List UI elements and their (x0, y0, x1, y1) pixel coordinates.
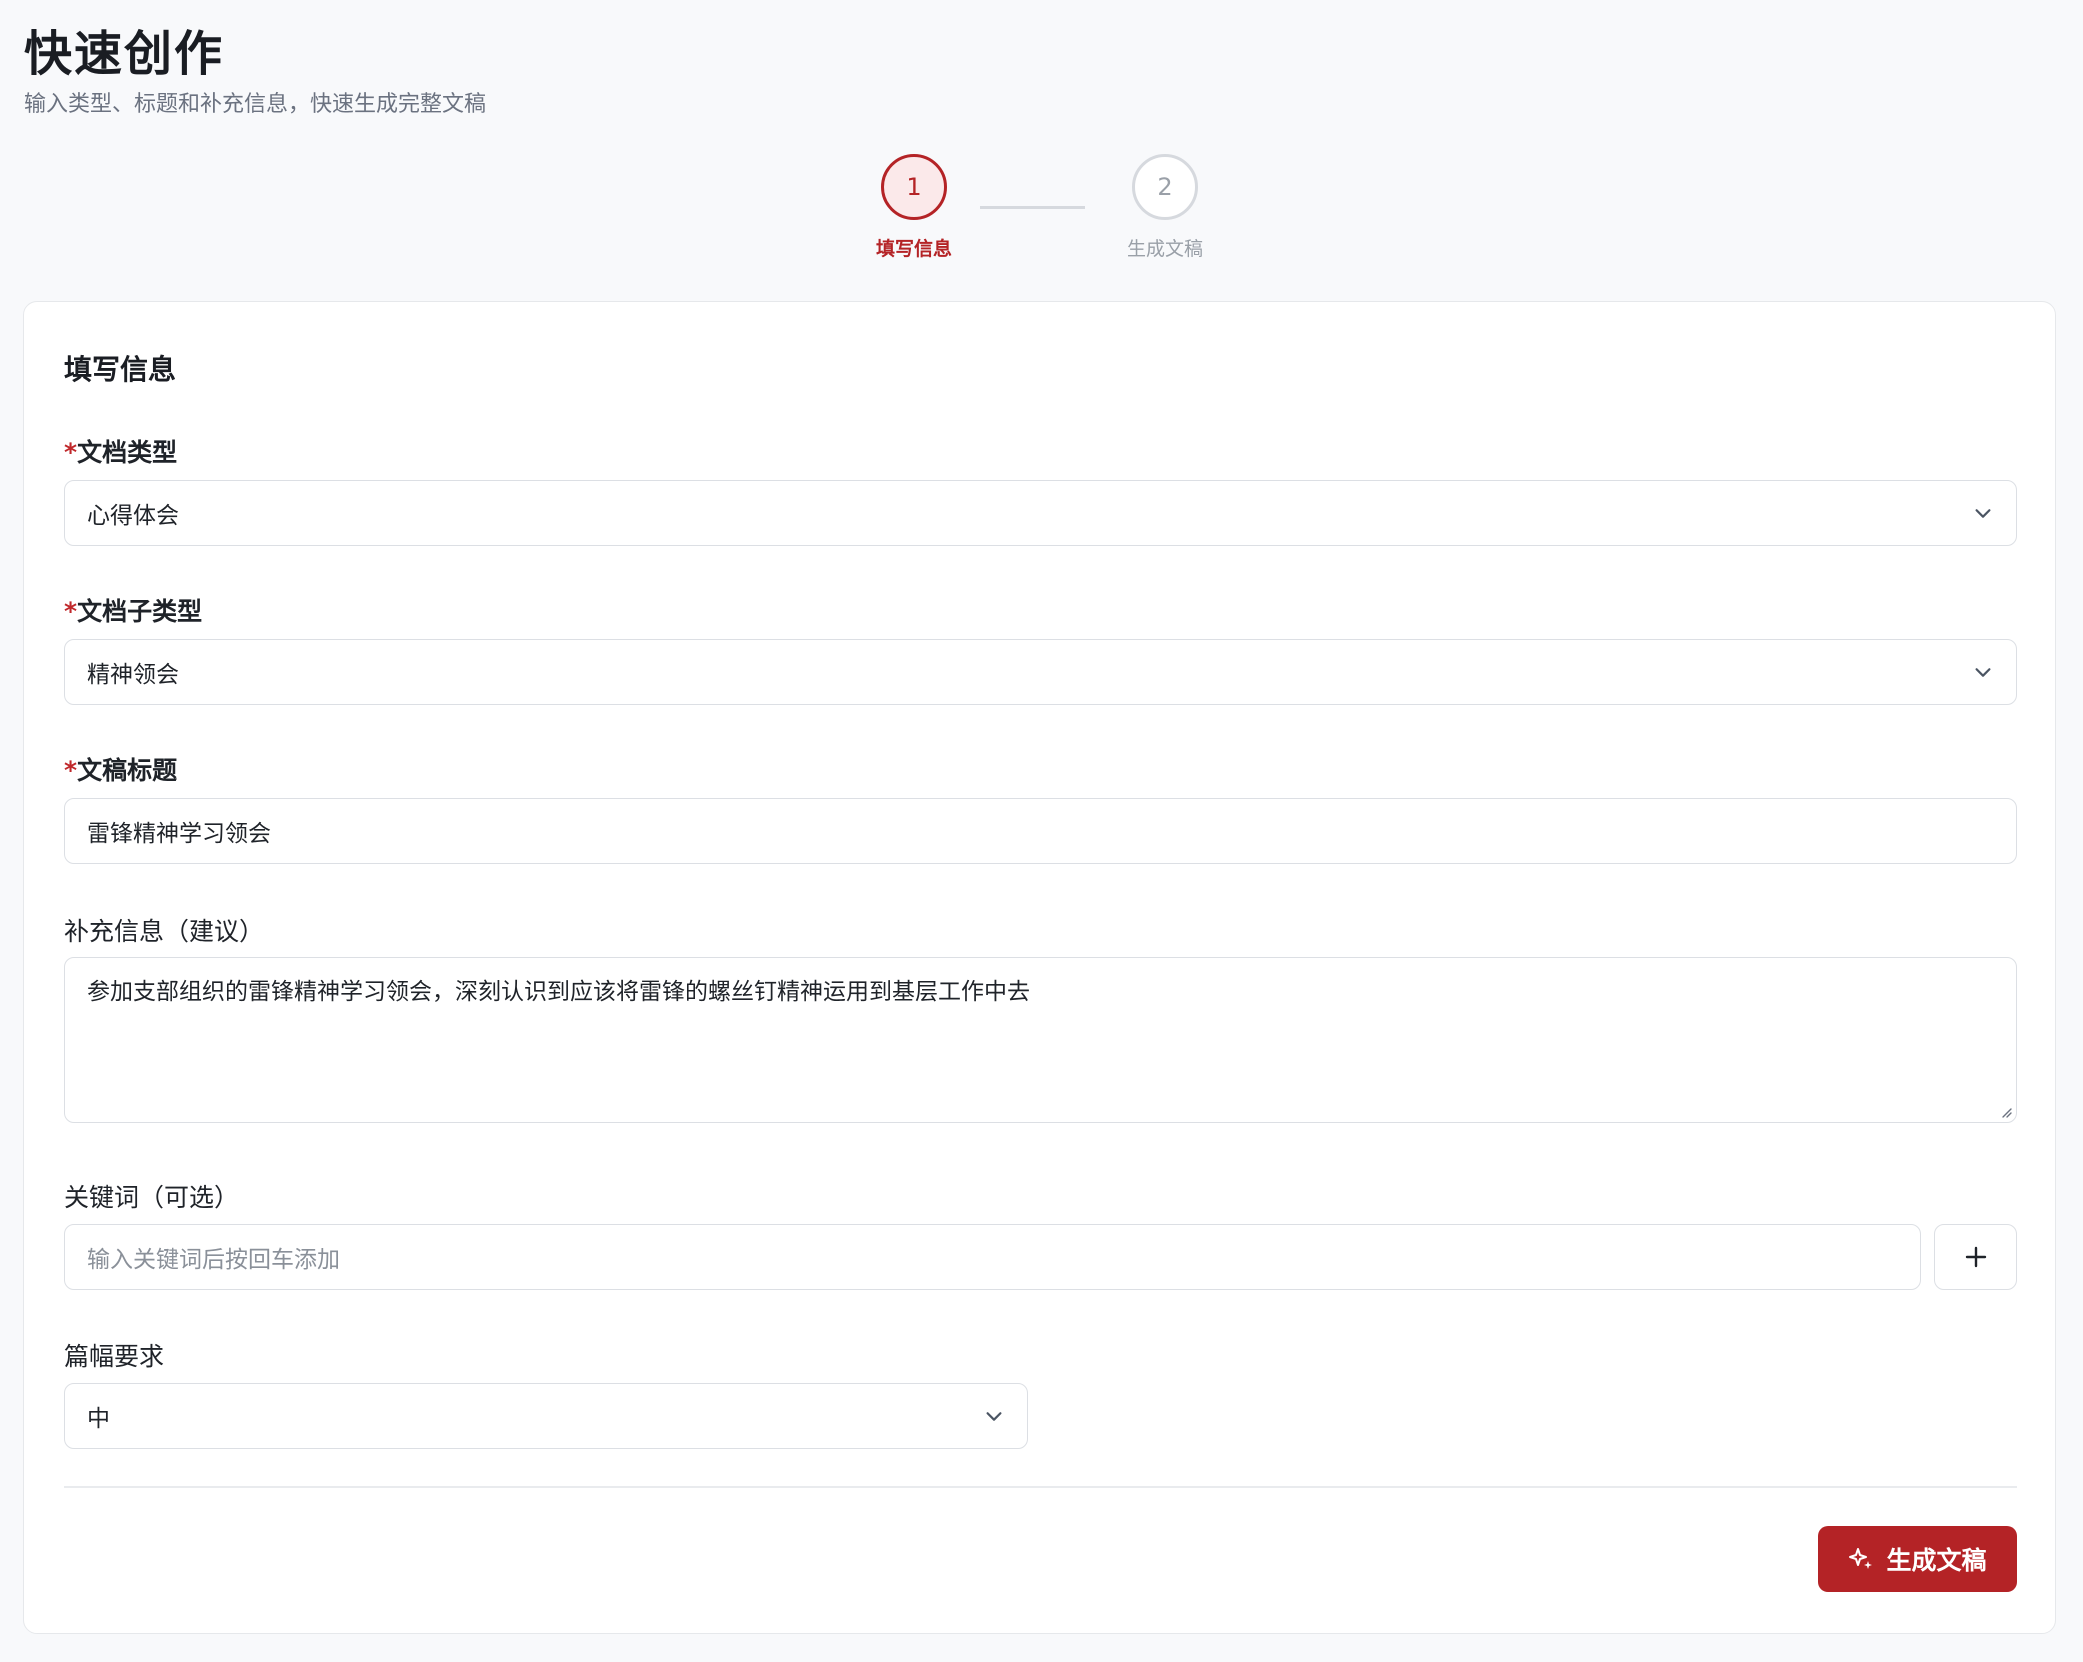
doc-type-value: 心得体会 (87, 503, 179, 529)
keywords-label: 关键词（可选） (64, 1183, 240, 1212)
page-title: 快速创作 (24, 26, 225, 82)
doc-subtype-select[interactable]: 精神领会 (64, 639, 2017, 705)
quick-create-page: 快速创作 输入类型、标题和补充信息，快速生成完整文稿 1 填写信息 2 生成文稿… (0, 0, 2083, 1662)
keywords-input[interactable]: 输入关键词后按回车添加 (64, 1224, 1921, 1290)
doc-title-input[interactable]: 雷锋精神学习领会 (64, 798, 2017, 864)
plus-icon (1965, 1246, 1986, 1268)
doc-title-label: *文稿标题 (64, 751, 177, 787)
step-generate[interactable]: 2 生成文稿 (1085, 154, 1245, 261)
generate-button-label: 生成文稿 (1886, 1546, 1987, 1575)
page-subtitle: 输入类型、标题和补充信息，快速生成完整文稿 (24, 92, 487, 117)
required-mark: * (64, 597, 78, 626)
form-divider (64, 1486, 2017, 1488)
step-fill-info[interactable]: 1 填写信息 (834, 154, 994, 261)
doc-type-select[interactable]: 心得体会 (64, 480, 2017, 546)
chevron-down-icon (1975, 509, 1991, 518)
form-card: 填写信息 *文档类型 心得体会 *文档子类型 精神领会 *文稿标题 雷锋精神学习… (23, 301, 2056, 1634)
step-label: 生成文稿 (1126, 238, 1203, 260)
length-select[interactable]: 中 (64, 1383, 1028, 1449)
sparkle-icon (1849, 1548, 1873, 1569)
doc-title-value: 雷锋精神学习领会 (87, 821, 271, 847)
card-title: 填写信息 (64, 353, 177, 386)
supplement-textarea[interactable]: 参加支部组织的雷锋精神学习领会，深刻认识到应该将雷锋的螺丝钉精神运用到基层工作中… (64, 957, 2017, 1123)
length-label: 篇幅要求 (64, 1342, 165, 1371)
chevron-down-icon (1975, 668, 1991, 677)
generate-button[interactable]: 生成文稿 (1818, 1526, 2017, 1592)
doc-subtype-value: 精神领会 (87, 662, 179, 688)
stepper: 1 填写信息 2 生成文稿 (0, 154, 2083, 264)
step-label: 填写信息 (875, 238, 952, 260)
add-keyword-button[interactable] (1934, 1224, 2017, 1290)
doc-title-label-text: 文稿标题 (77, 756, 178, 785)
step-number-circle: 2 (1132, 154, 1198, 220)
doc-subtype-label-text: 文档子类型 (77, 597, 203, 626)
keywords-placeholder: 输入关键词后按回车添加 (87, 1247, 340, 1273)
doc-type-label: *文档类型 (64, 433, 177, 469)
resize-handle-icon[interactable] (1998, 1104, 2012, 1118)
doc-type-label-text: 文档类型 (77, 438, 178, 467)
chevron-down-icon (986, 1412, 1002, 1421)
required-mark: * (64, 756, 78, 785)
supplement-label: 补充信息（建议） (64, 917, 265, 946)
supplement-value: 参加支部组织的雷锋精神学习领会，深刻认识到应该将雷锋的螺丝钉精神运用到基层工作中… (87, 979, 1030, 1005)
required-mark: * (64, 438, 78, 467)
step-connector (980, 206, 1085, 209)
step-number-circle: 1 (881, 154, 947, 220)
doc-subtype-label: *文档子类型 (64, 592, 202, 628)
length-value: 中 (87, 1406, 110, 1432)
